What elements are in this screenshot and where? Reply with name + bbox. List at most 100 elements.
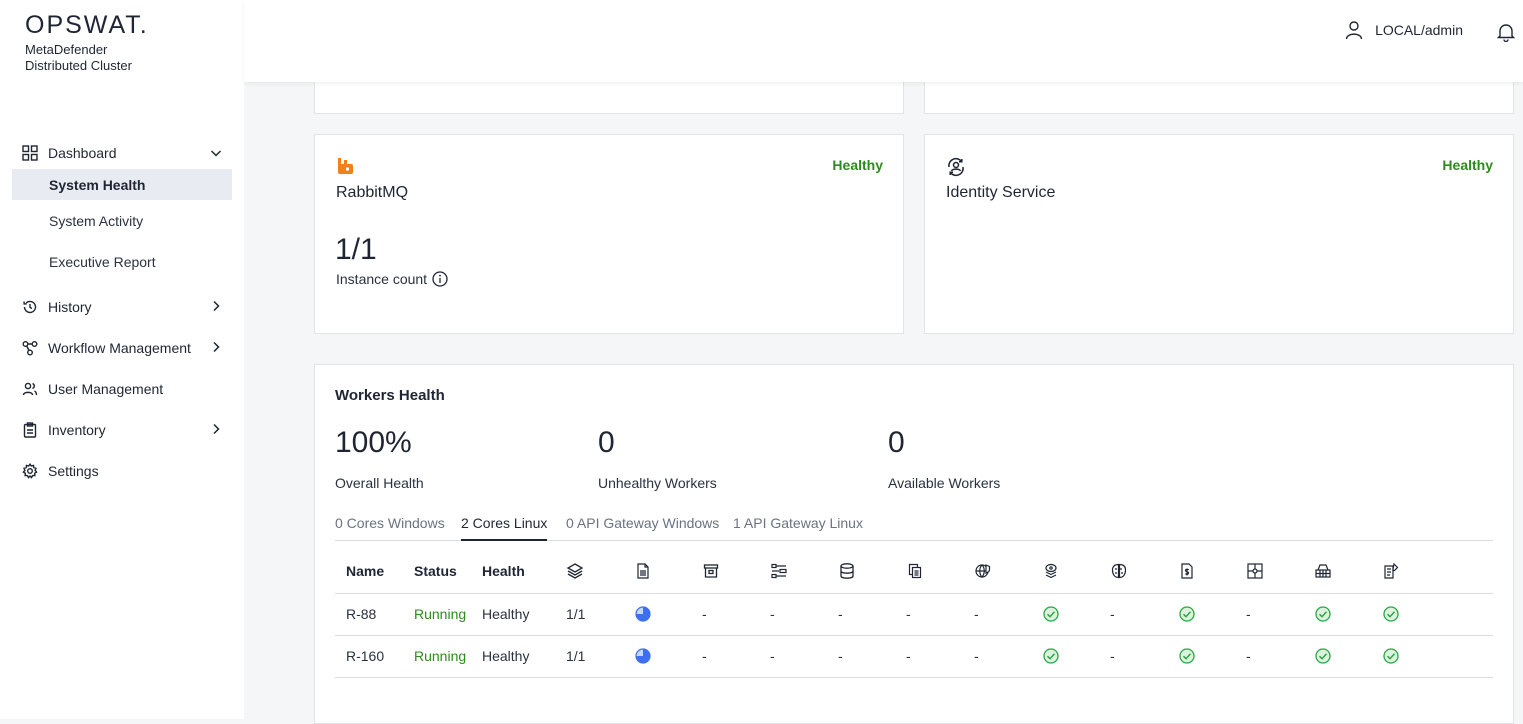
sidebar-sub-executive-report[interactable]: Executive Report (12, 241, 232, 282)
check-circle-icon (1167, 635, 1235, 678)
overall-health-value: 100% (335, 426, 412, 459)
globe-shield-icon (963, 550, 1031, 594)
sidebar-item-settings[interactable]: Settings (12, 450, 232, 491)
chevron-right-icon (208, 421, 224, 437)
engine-status-dash: - (827, 635, 895, 678)
grid-icon (21, 144, 39, 162)
tab-api-gateway-windows[interactable]: 0 API Gateway Windows (566, 515, 719, 541)
product-name-line2: Distributed Cluster (25, 58, 132, 73)
sidebar-item-workflow-management[interactable]: Workflow Management (12, 327, 232, 368)
sidebar-nav: Dashboard System Health System Activity … (12, 137, 232, 491)
check-circle-icon (1031, 593, 1099, 636)
info-icon[interactable] (432, 271, 448, 287)
engine-status-dash: - (895, 593, 963, 636)
table-row[interactable]: R-160 Running Healthy 1/1- - - - - - - (335, 635, 1493, 678)
worker-health: Healthy (471, 593, 555, 636)
sidebar-item-label: Inventory (48, 421, 106, 438)
engine-status-dash: - (963, 593, 1031, 636)
gear-icon (21, 462, 39, 480)
engine-status-dash: - (1099, 635, 1167, 678)
worker-status: Running (403, 635, 471, 678)
sidebar-item-label: Settings (48, 462, 99, 479)
history-icon (21, 298, 39, 316)
col-status-header[interactable]: Status (403, 550, 471, 594)
file-document-icon (623, 550, 691, 594)
sidebar-item-user-management[interactable]: User Management (12, 368, 232, 409)
sidebar-item-label: Dashboard (48, 145, 117, 161)
sidebar-sub-system-health[interactable]: System Health (12, 169, 232, 200)
server-grid-icon (1303, 550, 1371, 594)
engine-status-dash: - (895, 635, 963, 678)
sidebar-item-label: Workflow Management (48, 339, 191, 356)
sidebar-item-dashboard[interactable]: Dashboard (12, 137, 232, 169)
engine-status-dash: - (759, 593, 827, 636)
row-spacer (1444, 635, 1493, 678)
file-edit-icon (1371, 550, 1444, 594)
file-dollar-icon (1167, 550, 1235, 594)
workers-health-card: Workers Health 100% Overall Health 0 Unh… (314, 364, 1514, 724)
instance-count-label: Instance count (336, 271, 428, 287)
target-scan-icon (1235, 550, 1303, 594)
notifications-bell-icon[interactable] (1496, 22, 1516, 47)
rabbitmq-title: RabbitMQ (336, 184, 409, 201)
progress-pie-icon (623, 635, 691, 678)
worker-instance-ratio: 1/1 (555, 593, 623, 636)
identity-service-status: Healthy (1442, 157, 1493, 173)
table-header-row: Name Status Health (335, 550, 1493, 594)
worker-name[interactable]: R-88 (335, 593, 403, 636)
col-health-header[interactable]: Health (471, 550, 555, 594)
rabbitmq-instance-count: 1/1 (335, 233, 377, 266)
rabbitmq-icon (336, 157, 356, 180)
clipboard-icon (21, 421, 39, 439)
database-icon (827, 550, 895, 594)
engine-status-dash: - (759, 635, 827, 678)
unhealthy-workers-value: 0 (598, 426, 615, 459)
check-circle-icon (1167, 593, 1235, 636)
check-circle-icon (1303, 593, 1371, 636)
tab-api-gateway-linux[interactable]: 1 API Gateway Linux (733, 515, 863, 541)
workers-table: Name Status Health R-88 Running Healthy 1/1… (335, 550, 1493, 678)
table-row[interactable]: R-88 Running Healthy 1/1- - - - - - - (335, 593, 1493, 636)
worker-status: Running (403, 593, 471, 636)
unhealthy-workers-label: Unhealthy Workers (598, 475, 717, 491)
product-name-line1: MetaDefender (25, 42, 108, 57)
worker-instance-ratio: 1/1 (555, 635, 623, 678)
engine-status-dash: - (827, 593, 895, 636)
check-circle-icon (1303, 635, 1371, 678)
top-bar: LOCAL/admin (244, 0, 1523, 82)
engine-status-dash: - (963, 635, 1031, 678)
sidebar-item-label: User Management (48, 380, 164, 397)
engine-status-dash: - (691, 593, 759, 636)
workers-health-title: Workers Health (335, 387, 445, 404)
check-circle-icon (1371, 593, 1444, 636)
row-spacer (1444, 593, 1493, 636)
sidebar-item-history[interactable]: History (12, 286, 232, 327)
overall-health-label: Overall Health (335, 475, 424, 491)
copy-files-icon (895, 550, 963, 594)
engine-status-dash: - (1099, 593, 1167, 636)
user-name: LOCAL/admin (1375, 22, 1463, 38)
workflow-steps-icon (759, 550, 827, 594)
check-circle-icon (1371, 635, 1444, 678)
users-icon (21, 380, 39, 398)
col-name-header[interactable]: Name (335, 550, 403, 594)
available-workers-value: 0 (888, 426, 905, 459)
identity-service-card: Healthy Identity Service (924, 134, 1514, 334)
rabbitmq-status: Healthy (832, 157, 883, 173)
workflow-icon (21, 339, 39, 357)
identity-service-title: Identity Service (946, 184, 1056, 201)
tab-cores-windows[interactable]: 0 Cores Windows (335, 515, 445, 541)
user-menu[interactable]: LOCAL/admin (1345, 20, 1463, 40)
worker-health: Healthy (471, 635, 555, 678)
sidebar-item-inventory[interactable]: Inventory (12, 409, 232, 450)
worker-tabs: 0 Cores Windows 2 Cores Linux 0 API Gate… (335, 515, 1493, 541)
tab-cores-linux[interactable]: 2 Cores Linux (461, 515, 548, 541)
worker-name[interactable]: R-160 (335, 635, 403, 678)
rabbitmq-card: Healthy RabbitMQ 1/1 Instance count (314, 134, 904, 334)
progress-pie-icon (623, 593, 691, 636)
sidebar-sub-system-activity[interactable]: System Activity (12, 200, 232, 241)
engine-status-dash: - (691, 635, 759, 678)
engine-status-dash: - (1235, 635, 1303, 678)
brand: OPSWAT. MetaDefender Distributed Cluster (25, 12, 149, 74)
engine-status-dash: - (1235, 593, 1303, 636)
